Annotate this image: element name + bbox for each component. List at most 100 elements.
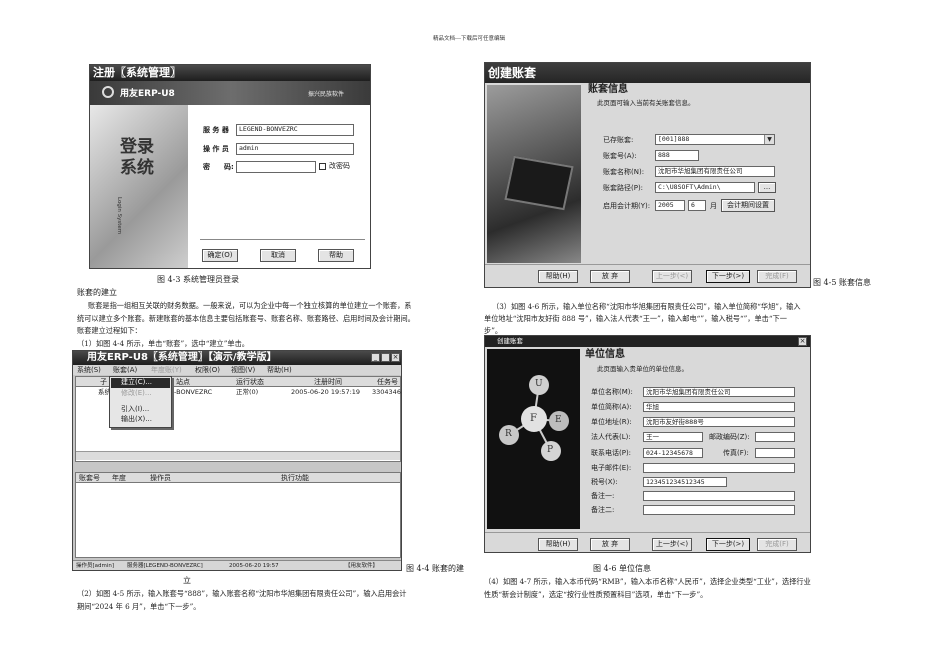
atom-label-f: F [530, 413, 537, 424]
menu-system[interactable]: 系统(S) [77, 366, 101, 375]
unit-address-field[interactable]: 沈阳市友好街888号 [643, 417, 795, 427]
atom-label-p: P [547, 445, 554, 455]
paragraph-line-2: 统可以建立多个账套。新建账套的基本信息主要包括账套号、账套名称、账套路径、启用时… [77, 314, 415, 323]
window-minimize-button[interactable]: _ [371, 353, 380, 362]
unit-next-button[interactable]: 下一步(>) [706, 538, 750, 551]
caption-4-6: 图 4-6 单位信息 [593, 564, 651, 573]
unit-info-title: 创建账套 [485, 336, 810, 347]
unit-name-label: 单位名称(M): [591, 388, 633, 396]
step-4-line-1: （4）如图 4-7 所示，输入本币代码“RMB”，输入本币名称“人民币”，选择企… [484, 577, 811, 586]
menu-item-modify[interactable]: 修改(E)... [121, 389, 152, 398]
menu-view[interactable]: 视图(V) [231, 366, 255, 375]
step-2-line-2: 期间“2024 年 6 月”，单击“下一步”。 [77, 602, 201, 611]
legal-rep-label: 法人代表(L): [591, 433, 631, 441]
unit-abandon-button[interactable]: 放 弃 [590, 538, 630, 551]
browse-button[interactable]: ... [758, 182, 776, 193]
account-no-field[interactable]: 888 [655, 150, 699, 161]
login-side-panel: 登录系统 Login System [90, 105, 188, 268]
unit-section-desc: 此页面输入贵单位的单位信息。 [597, 365, 688, 373]
fax-field[interactable] [755, 448, 795, 458]
unit-finish-button[interactable]: 完成(F) [757, 538, 797, 551]
account-no-label: 账套号(A): [603, 152, 637, 160]
col-register-time: 注册时间 [314, 378, 342, 386]
account-name-label: 账套名称(N): [603, 168, 645, 176]
system-manager-title: 用友ERP-U8〖系统管理〗【演示/教学版】 [73, 351, 401, 365]
account-help-button[interactable]: 帮助(H) [538, 270, 578, 283]
login-big-title: 登录系统 [120, 137, 154, 178]
email-field[interactable] [643, 463, 795, 473]
start-period-label: 启用会计期(Y): [603, 202, 651, 210]
existing-account-select[interactable]: [001]888 [655, 134, 775, 145]
note-1-label: 备注一: [591, 492, 615, 500]
yonyou-logo-icon [102, 86, 114, 98]
tax-no-label: 税号(X): [591, 478, 618, 486]
close-icon[interactable]: × [798, 337, 807, 346]
chevron-down-icon[interactable]: ▼ [764, 135, 774, 144]
col-operator: 操作员 [150, 474, 171, 482]
caption-4-5: 图 4-5 账套信息 [813, 278, 871, 287]
row-time: 2005-06-20 19:57:19 [291, 388, 361, 396]
col-sub: 子 [100, 378, 107, 386]
password-field[interactable] [236, 161, 316, 173]
unit-name-field[interactable]: 沈阳市华旭集团有限责任公司 [643, 387, 795, 397]
zip-field[interactable] [755, 432, 795, 442]
menu-item-create[interactable]: 建立(C)... [111, 378, 170, 388]
molecule-picture: U F E R P [487, 349, 580, 529]
unit-help-button[interactable]: 帮助(H) [538, 538, 578, 551]
zip-label: 邮政编码(Z): [709, 433, 750, 441]
molecule-graphic [499, 375, 569, 461]
existing-account-label: 已存账套: [603, 136, 634, 144]
status-operator: 操作员[admin] [76, 563, 115, 569]
login-ok-button[interactable]: 确定(O) [202, 249, 238, 262]
account-prev-button[interactable]: 上一步(<) [652, 270, 692, 283]
unit-prev-button[interactable]: 上一步(<) [652, 538, 692, 551]
unit-info-dialog: 创建账套 × U F E R P 单位信息 此页面输入贵单位的单位信息。 单位名… [484, 335, 811, 553]
start-month-field[interactable]: 6 [688, 200, 706, 211]
login-help-button[interactable]: 帮助 [318, 249, 354, 262]
phone-field[interactable]: 024-12345678 [643, 448, 703, 458]
menu-account[interactable]: 账套(A) [113, 366, 137, 375]
note-1-field[interactable] [643, 491, 795, 501]
note-2-label: 备注二: [591, 506, 615, 514]
step-3-line-2: 单位地址“沈阳市友好街 888 号”，输入法人代表“王一”，输入邮电“”，输入税… [484, 314, 787, 323]
atom-label-u: U [535, 379, 543, 389]
menu-year[interactable]: 年度账(Y) [151, 366, 182, 375]
account-abandon-button[interactable]: 放 弃 [590, 270, 630, 283]
account-path-field[interactable]: C:\U8SOFT\Admin\ [655, 182, 755, 193]
system-manager-window: 用友ERP-U8〖系统管理〗【演示/教学版】 _ × 系统(S) 账套(A) 年… [72, 350, 402, 571]
menu-item-import[interactable]: 引入(I)... [121, 405, 149, 414]
login-cancel-button[interactable]: 取消 [260, 249, 296, 262]
col-task-no: 任务号 [377, 378, 398, 386]
account-next-button[interactable]: 下一步(>) [706, 270, 750, 283]
window-close-button[interactable]: × [391, 353, 400, 362]
menu-item-export[interactable]: 输出(X)... [121, 415, 152, 424]
tax-no-field[interactable]: 123451234512345 [643, 477, 727, 487]
legal-rep-field[interactable]: 王一 [643, 432, 703, 442]
server-field[interactable]: LEGEND-BONVEZRC [236, 124, 354, 136]
account-finish-button[interactable]: 完成(F) [757, 270, 797, 283]
horizontal-scrollbar[interactable] [76, 451, 400, 460]
caption-4-4b: 立 [183, 576, 191, 585]
status-time: 2005-06-20 19:57 [229, 563, 279, 569]
unit-address-label: 单位地址(R): [591, 418, 632, 426]
change-password-checkbox[interactable] [319, 163, 326, 170]
menu-permission[interactable]: 权限(O) [195, 366, 220, 375]
unit-abbr-field[interactable]: 华旭 [643, 402, 795, 412]
step-3-line-1: （3）如图 4-6 所示，输入单位名称“沈阳市华旭集团有限责任公司”，输入单位简… [492, 302, 801, 311]
step-1-text: （1）如图 4-4 所示，单击“账套”，选中“建立”单击。 [77, 339, 249, 348]
col-account-no: 账套号 [79, 474, 100, 482]
period-settings-button[interactable]: 会计期间设置 [721, 199, 775, 212]
account-name-field[interactable]: 沈阳市华旭集团有限责任公司 [655, 166, 775, 177]
atom-label-r: R [505, 429, 512, 439]
col-site: 站点 [176, 378, 190, 386]
menu-help[interactable]: 帮助(H) [267, 366, 292, 375]
col-function: 执行功能 [281, 474, 309, 482]
window-maximize-button[interactable] [381, 353, 390, 362]
login-brand: 用友ERP-U8 [120, 89, 175, 99]
caption-4-3: 图 4-3 系统管理员登录 [157, 275, 239, 284]
login-banner: 用友ERP-U8 振兴民族软件 [90, 81, 370, 105]
start-year-field[interactable]: 2005 [655, 200, 685, 211]
operator-field[interactable]: admin [236, 143, 354, 155]
step-2-line-1: （2）如图 4-5 所示，输入账套号“888”，输入账套名称“沈阳市华旭集团有限… [77, 589, 407, 598]
note-2-field[interactable] [643, 505, 795, 515]
